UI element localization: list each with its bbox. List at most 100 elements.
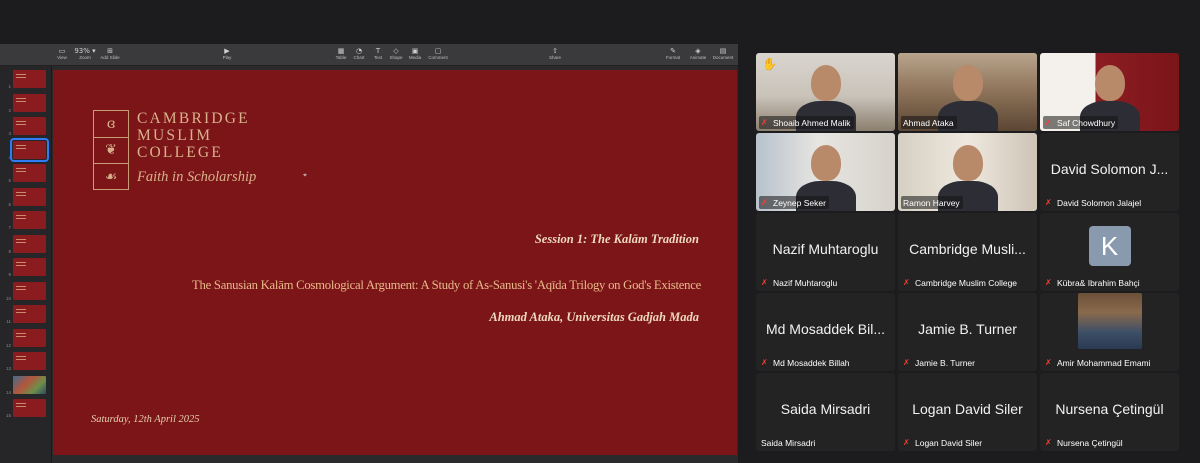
slide-thumbnail[interactable]: 10 [3, 281, 49, 301]
slide-preview [13, 281, 46, 300]
slide-thumbnail[interactable]: 15 [3, 398, 49, 418]
slide-navigator: 1 2 3 4 5 6 7 8 9 10 11 12 13 14 15 [0, 66, 52, 463]
participant-face [810, 145, 841, 181]
participant-name-tag: ✗ David Solomon Jalajel [1043, 196, 1144, 209]
toolbar-zoom-button[interactable]: 93% ▾ Zoom [73, 47, 97, 61]
slide-thumbnail[interactable]: 12 [3, 328, 49, 348]
participant-name-tag: ✗ Zeynep Seker [759, 196, 829, 209]
slide-thumbnail[interactable]: 1 [3, 69, 49, 89]
participant-name: Saida Mirsadri [761, 437, 816, 448]
participant-name: David Solomon Jalajel [1057, 197, 1142, 208]
participant-tile[interactable]: Logan David Siler ✗ Logan David Siler [898, 373, 1037, 451]
toolbar-label: Share [548, 55, 561, 60]
keynote-toolbar: ▭ View 93% ▾ Zoom ⊞ Add Slide ▶ Play ▦ Table ◔ Char… [0, 44, 738, 66]
toolbar-media-button[interactable]: ▣ Media [403, 47, 427, 61]
slide-thumbnail[interactable]: 9 [3, 257, 49, 277]
participant-name: Nazif Muhtaroglu [773, 277, 838, 288]
slide-thumbnail[interactable]: 4 [3, 137, 49, 162]
participant-tile[interactable]: Nazif Muhtaroglu ✗ Nazif Muhtaroglu [756, 213, 895, 291]
slide-number: 8 [8, 248, 11, 254]
avatar: K [1088, 226, 1131, 266]
slide-thumbnail[interactable]: 2 [3, 93, 49, 113]
participant-name-tag: ✗ Saf Chowdhury [1043, 116, 1119, 129]
shape-icon: ◇ [393, 47, 399, 55]
participant-name: Saf Chowdhury [1057, 117, 1116, 128]
participant-tile[interactable]: Cambridge Musli... ✗ Cambridge Muslim Coll… [898, 213, 1037, 291]
toolbar-label: View [57, 55, 67, 60]
slide-preview [13, 328, 46, 347]
screen: ▭ View 93% ▾ Zoom ⊞ Add Slide ▶ Play ▦ Table ◔ Char… [0, 0, 1200, 463]
slide-preview [13, 70, 46, 88]
play-icon: ▶ [224, 47, 230, 55]
slide-thumbnail[interactable]: 8 [3, 234, 49, 254]
mic-muted-icon: ✗ [903, 438, 910, 447]
toolbar-format-button[interactable]: ✎ Format [661, 47, 685, 61]
slide-preview [10, 137, 49, 162]
mic-muted-icon: ✗ [1045, 278, 1052, 287]
toolbar-label: Chart [353, 55, 365, 60]
slide-preview [13, 117, 46, 135]
participant-tile[interactable]: David Solomon J... ✗ David Solomon Jalajel [1040, 133, 1179, 211]
slide-preview [13, 399, 46, 417]
participant-name: Ramon Harvey [903, 197, 960, 208]
participant-name: Md Mosaddek Billah [773, 357, 850, 368]
event-date: Saturday, 12th April 2025 [91, 414, 200, 425]
participant-name-tag: Saida Mirsadri [759, 436, 818, 449]
participant-tile[interactable]: Jamie B. Turner ✗ Jamie B. Turner [898, 293, 1037, 371]
participant-tile[interactable]: Saida Mirsadri Saida Mirsadri [756, 373, 895, 451]
slide-number: 14 [5, 389, 11, 395]
logo-glyph: ɞ [94, 111, 128, 138]
toolbar-label: Format [665, 55, 681, 60]
zoom-gallery: ✋ ✗ Shoaib Ahmed Malik Ahmad Ataka ✗ Saf Chow… [756, 53, 1184, 452]
format-icon: ✎ [670, 47, 676, 55]
mic-muted-icon: ✗ [1045, 438, 1052, 447]
participant-display-name: Nursena Çetingül [1055, 401, 1164, 417]
participant-tile[interactable]: ✗ Saf Chowdhury [1040, 53, 1179, 131]
slide-thumbnail[interactable]: 6 [3, 187, 49, 207]
toolbar-view-button[interactable]: ▭ View [50, 47, 74, 61]
toolbar-label: Add Slide [100, 55, 120, 60]
participant-tile[interactable]: K ✗ Kübra& Ibrahim Bahçi [1040, 213, 1179, 291]
slide-number: 2 [8, 107, 11, 113]
slide-thumbnail[interactable]: 3 [3, 116, 49, 136]
participant-face [1094, 65, 1125, 101]
toolbar-label: Shape [389, 55, 403, 60]
logo-glyph: ☙ [104, 169, 118, 186]
participant-tile[interactable]: ✋ ✗ Shoaib Ahmed Malik [756, 53, 895, 131]
participant-tile[interactable]: ✗ Amir Mohammad Emami [1040, 293, 1179, 371]
participant-name: Kübra& Ibrahim Bahçi [1057, 277, 1140, 288]
slide-preview [13, 305, 46, 323]
toolbar-animate-button[interactable]: ◈ Animate [686, 47, 710, 61]
slide-thumbnail[interactable]: 11 [3, 304, 49, 324]
toolbar-document-button[interactable]: ▤ Document [711, 47, 735, 61]
participant-tile[interactable]: Nursena Çetingül ✗ Nursena Çetingül [1040, 373, 1179, 451]
participant-tile[interactable]: Ramon Harvey [898, 133, 1037, 211]
toolbar-play-button[interactable]: ▶ Play [215, 47, 239, 61]
participant-name: Jamie B. Turner [915, 357, 975, 368]
slide-thumbnail[interactable]: 7 [3, 210, 49, 230]
participant-name: Ahmad Ataka [903, 117, 954, 128]
participant-face [952, 65, 983, 101]
mic-muted-icon: ✗ [903, 278, 910, 287]
toolbar-label: Comment [428, 55, 448, 60]
toolbar-comment-button[interactable]: ▢ Comment [426, 47, 450, 61]
participant-name: Zeynep Seker [773, 197, 826, 208]
slide-thumbnail[interactable]: 14 [3, 375, 49, 395]
participant-name: Shoaib Ahmed Malik [773, 117, 851, 128]
slide-preview [13, 187, 46, 206]
toolbar-share-button[interactable]: ⇧ Share [543, 47, 567, 61]
participant-display-name: Cambridge Musli... [909, 241, 1026, 257]
participant-tile[interactable]: ✗ Zeynep Seker [756, 133, 895, 211]
org-name: CAMBRIDGE MUSLIM COLLEGE [137, 110, 250, 161]
slide-preview [13, 211, 46, 229]
speaker: Ahmad Ataka, Universitas Gadjah Mada [489, 310, 699, 324]
participant-tile[interactable]: Md Mosaddek Bil... ✗ Md Mosaddek Billah [756, 293, 895, 371]
participant-tile[interactable]: Ahmad Ataka [898, 53, 1037, 131]
slide-thumbnail[interactable]: 5 [3, 163, 49, 183]
slide-number: 11 [6, 319, 11, 324]
toolbar-add-slide-button[interactable]: ⊞ Add Slide [98, 47, 122, 61]
mic-muted-icon: ✗ [761, 278, 768, 287]
participant-display-name: Jamie B. Turner [918, 321, 1017, 337]
slide-thumbnail[interactable]: 13 [3, 351, 49, 371]
slide-preview [13, 352, 46, 370]
